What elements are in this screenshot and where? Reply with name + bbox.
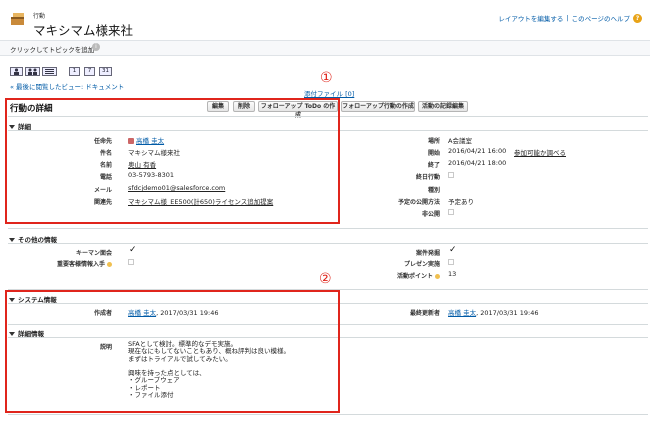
followup-event-button[interactable]: フォローアップ行動の作成	[341, 101, 415, 112]
divider	[8, 243, 648, 244]
show-as-value: 予定あり	[448, 198, 474, 206]
user-icon[interactable]	[10, 67, 23, 76]
all-day-checkbox	[448, 172, 454, 178]
important-info-checkbox	[128, 259, 134, 265]
help-icon[interactable]: ?	[633, 13, 642, 23]
opportunity-check: ✓	[449, 245, 457, 255]
link-separator: |	[566, 14, 569, 22]
divider	[8, 228, 648, 229]
end-value: 2016/04/21 18:00	[448, 159, 507, 167]
field-label: キーマン面会	[75, 250, 112, 257]
field-label: 案件発掘	[415, 250, 440, 257]
field-label: 予定の公開方法	[397, 199, 440, 206]
page-title: マキシマム様来社	[33, 23, 134, 38]
field-label: 重要客様情報入手	[57, 259, 112, 268]
field-label: 開始	[427, 150, 440, 157]
check-availability-link[interactable]: 参加可能か調べる	[514, 147, 566, 157]
divider	[8, 414, 648, 415]
modified-user-link[interactable]: 高橋 圭太	[448, 309, 476, 317]
field-label: 終了	[427, 162, 440, 169]
presentation-checkbox	[448, 259, 454, 265]
field-label: 最終更新者	[409, 310, 440, 317]
modified-by-value: 高橋 圭太, 2017/03/31 19:46	[448, 309, 539, 317]
header-links: レイアウトを編集する | このページのヘルプ ?	[498, 13, 642, 23]
highlight-box-2	[5, 290, 340, 413]
calendar-1-icon[interactable]: 1	[69, 67, 80, 76]
field-label: 終日行動	[415, 174, 440, 181]
object-label: 行動	[33, 13, 46, 20]
field-label: 活動ポイント	[397, 271, 440, 280]
add-topic-link[interactable]: クリックしてトピックを追加	[10, 44, 94, 54]
log-activity-button[interactable]: 活動の記録編集	[418, 101, 468, 112]
highlight-box-1	[5, 98, 340, 224]
field-label: 種別	[427, 187, 440, 194]
help-bubble-icon[interactable]	[107, 262, 112, 267]
location-value: A会議室	[448, 137, 472, 145]
event-icon	[10, 12, 27, 26]
field-label: 非公開	[421, 211, 440, 218]
info-icon[interactable]: i	[92, 43, 100, 51]
field-label: 場所	[427, 138, 440, 145]
start-value: 2016/04/21 16:00	[448, 147, 507, 155]
users-icon[interactable]	[25, 67, 40, 76]
attachments-link[interactable]: 添付ファイル [0]	[304, 88, 354, 98]
marker-1: ①	[320, 70, 333, 86]
keyman-check: ✓	[129, 245, 137, 255]
calendar-7-icon[interactable]: 7	[84, 67, 95, 76]
field-label: プレゼン実施	[403, 261, 440, 268]
recent-view-link[interactable]: « 最後に閲覧したビュー: ドキュメント	[10, 81, 124, 91]
help-link[interactable]: このページのヘルプ	[572, 13, 630, 23]
private-checkbox	[448, 209, 454, 215]
help-bubble-icon[interactable]	[435, 274, 440, 279]
edit-layout-link[interactable]: レイアウトを編集する	[498, 13, 563, 23]
activity-point-value: 13	[448, 270, 457, 278]
list-icon[interactable]	[42, 67, 57, 76]
marker-2: ②	[319, 271, 332, 287]
calendar-31-icon[interactable]: 31	[99, 67, 112, 76]
